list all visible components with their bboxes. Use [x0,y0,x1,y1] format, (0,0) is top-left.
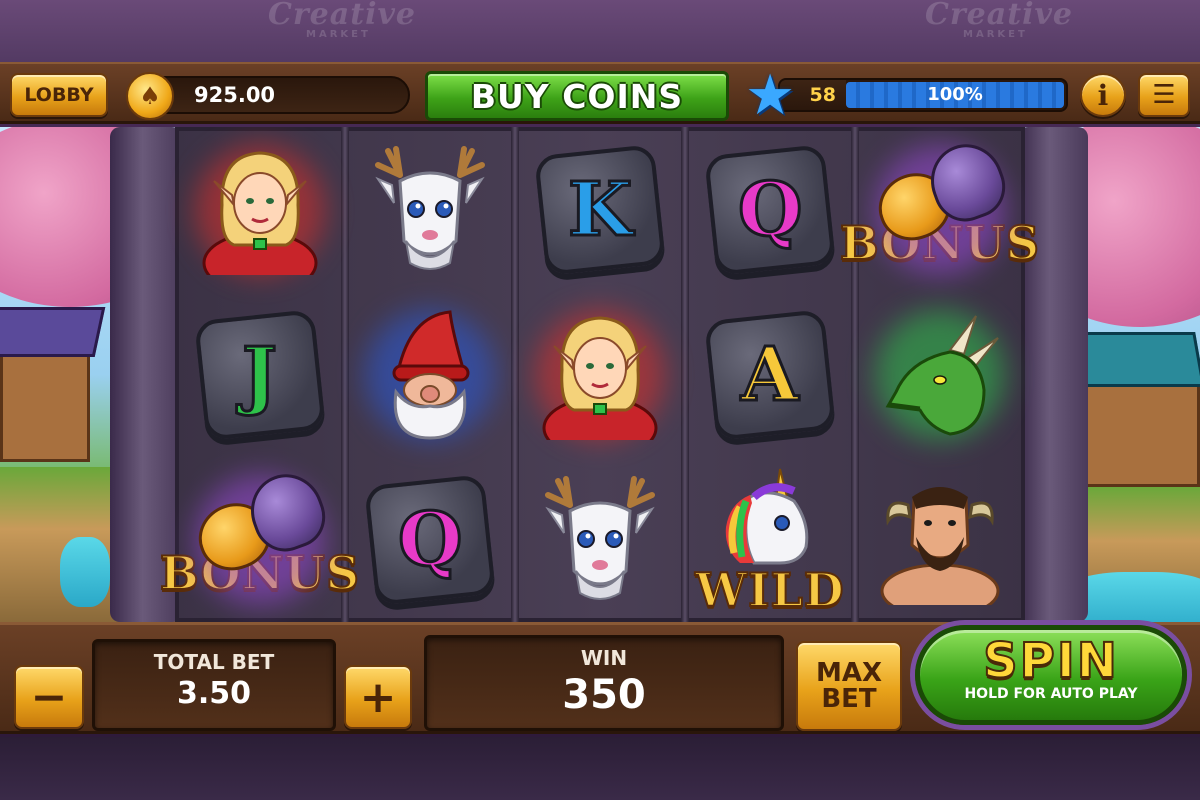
symbol-green-dragon [855,292,1025,457]
elf-girl-icon [542,315,658,440]
symbol-elf-girl [515,292,685,457]
symbol-letter-a: A [685,292,855,457]
bottom-bar: − TOTAL BET 3.50 + WIN 350 MAX BET SPIN … [0,622,1200,734]
xp-track: 100% [846,82,1064,108]
unicorn-icon [725,468,809,564]
floor [0,737,1200,800]
symbol-elf-girl [175,127,345,292]
cottage [1075,377,1200,487]
plus-icon: + [359,671,397,723]
symbol-letter-q: Q [685,127,855,292]
watermark: Creative MARKET [925,0,1073,40]
symbol-bonus: BONUS [159,457,360,622]
symbol-letter-j: J [175,292,345,457]
elf-girl-icon [202,150,318,275]
symbol-bonus: BONUS [839,127,1040,292]
total-bet-panel: TOTAL BET 3.50 [92,639,336,731]
top-bar: LOBBY ♠ 925.00 BUY COINS 58 100% ★ i ☰ [0,62,1200,124]
max-bet-button[interactable]: MAX BET [796,641,902,731]
green-dragon-icon [885,314,999,436]
total-bet-label: TOTAL BET [153,650,275,674]
symbol-white-deer [515,457,685,622]
win-value: 350 [562,672,646,718]
coin-balance: 925.00 [194,83,276,107]
win-panel: WIN 350 [424,635,784,731]
level-progress-bar: 58 100% [778,78,1068,112]
coin-spade-icon: ♠ [126,72,174,120]
watermark: Creative MARKET [268,0,416,40]
menu-button[interactable]: ☰ [1138,73,1190,117]
wild-label: WILD [694,562,845,617]
symbol-gnome [345,292,515,457]
info-button[interactable]: i [1080,73,1126,117]
decrease-bet-button[interactable]: − [14,665,84,729]
symbol-letter-q: Q [345,457,515,622]
minus-icon: − [30,671,68,723]
cottage [0,342,90,462]
symbol-white-deer [345,127,515,292]
coin-balance-panel: ♠ 925.00 [126,72,410,120]
hamburger-menu-icon: ☰ [1152,80,1176,110]
lobby-button[interactable]: LOBBY [10,73,108,117]
symbol-letter-k: K [515,127,685,292]
tree-trunk [1018,127,1088,622]
cottage-roof [0,307,106,357]
gnome-icon [392,309,470,440]
buy-coins-button[interactable]: BUY COINS [425,71,729,121]
spin-hold-hint: HOLD FOR AUTO PLAY [964,686,1138,703]
symbol-minotaur [855,457,1025,622]
total-bet-value: 3.50 [176,676,252,711]
spin-button[interactable]: SPIN HOLD FOR AUTO PLAY [915,625,1187,725]
level-star-icon: ★ [745,63,796,128]
minotaur-icon [880,486,1000,605]
white-deer-icon [545,475,655,600]
spin-label: SPIN [982,633,1119,689]
xp-percent: 100% [927,84,983,105]
waterfall [60,537,110,607]
reels-area: J BONUS [159,127,1040,622]
win-label: WIN [580,646,628,670]
white-deer-icon [375,145,485,270]
increase-bet-button[interactable]: + [344,665,412,729]
symbol-wild: WILD [685,457,855,622]
game-scene: J BONUS [0,127,1200,622]
